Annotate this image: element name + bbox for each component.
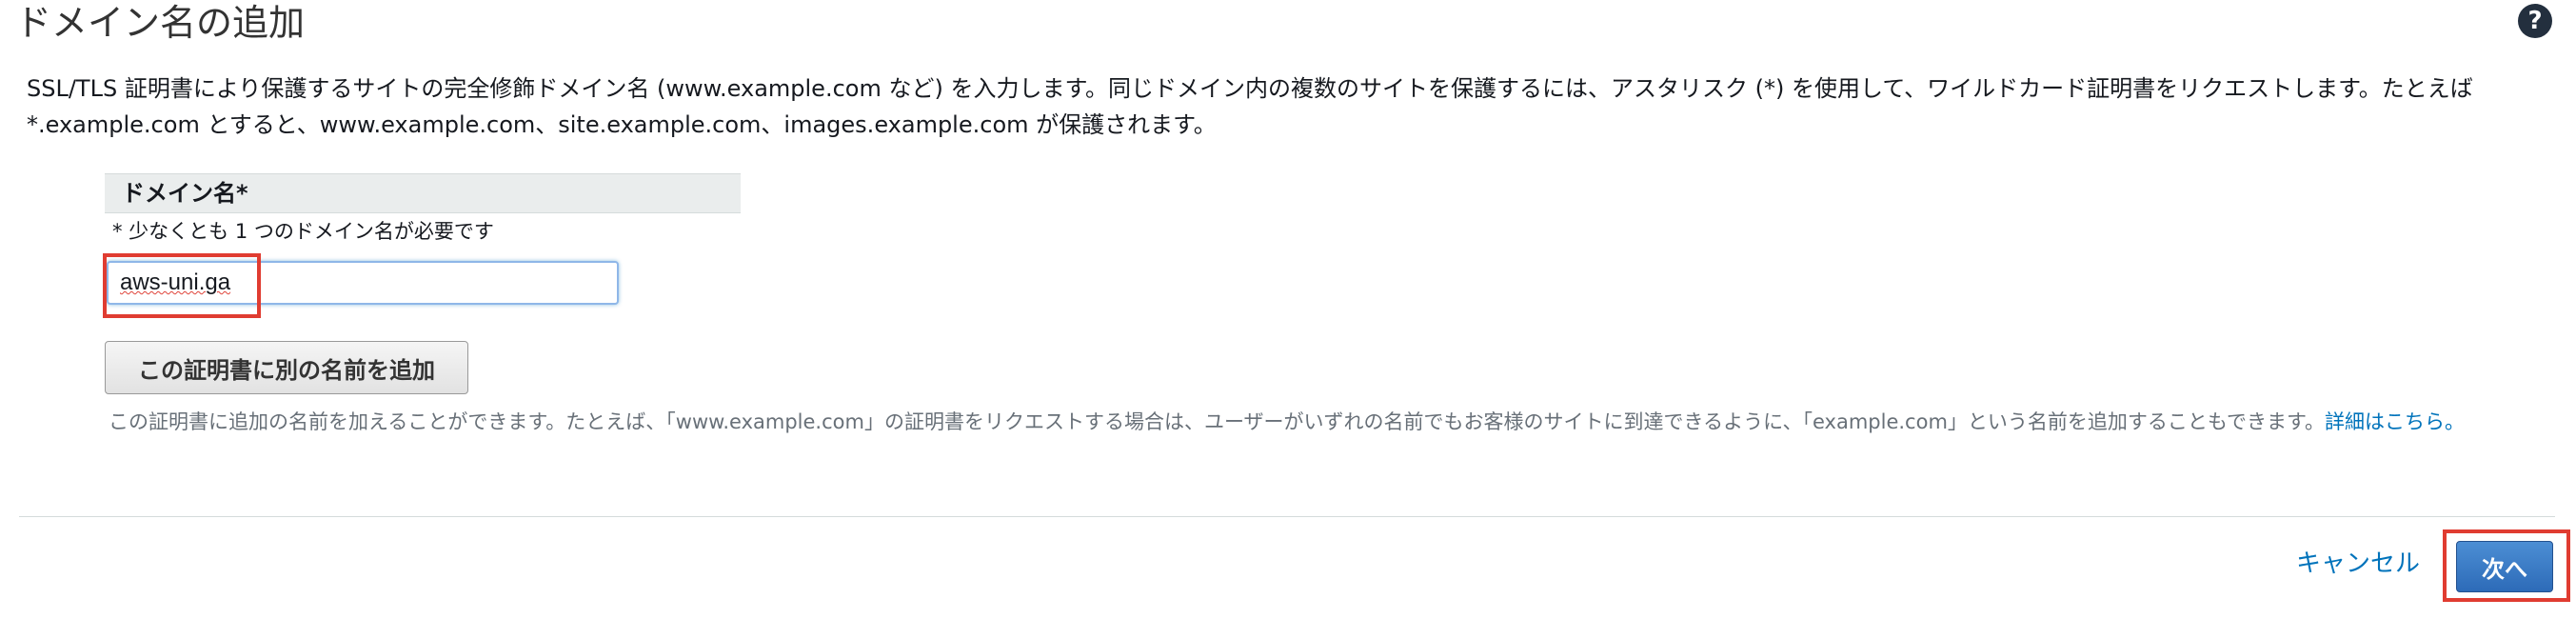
domain-name-label: ドメイン名* xyxy=(122,180,248,207)
footer-divider xyxy=(19,516,2555,517)
learn-more-link[interactable]: 詳細はこちら。 xyxy=(2325,410,2465,433)
page-title: ドメイン名の追加 xyxy=(15,2,306,44)
add-domain-names-page: ドメイン名の追加 ? SSL/TLS 証明書により保護するサイトの完全修飾ドメイ… xyxy=(0,0,2576,619)
helper-text: この証明書に追加の名前を加えることができます。たとえば、「www.example… xyxy=(109,406,2546,438)
domain-name-input[interactable] xyxy=(107,261,619,305)
page-description: SSL/TLS 証明書により保護するサイトの完全修飾ドメイン名 (www.exa… xyxy=(27,75,2473,138)
required-note: * 少なくとも 1 つのドメイン名が必要です xyxy=(112,220,494,243)
add-another-name-button[interactable]: この証明書に別の名前を追加 xyxy=(105,341,468,394)
next-button[interactable]: 次へ xyxy=(2456,541,2553,592)
question-circle-icon[interactable]: ? xyxy=(2518,4,2552,38)
domain-name-column-header: ドメイン名* xyxy=(105,173,741,213)
cancel-button[interactable]: キャンセル xyxy=(2296,547,2420,581)
helper-description: この証明書に追加の名前を加えることができます。たとえば、「www.example… xyxy=(109,410,2325,433)
